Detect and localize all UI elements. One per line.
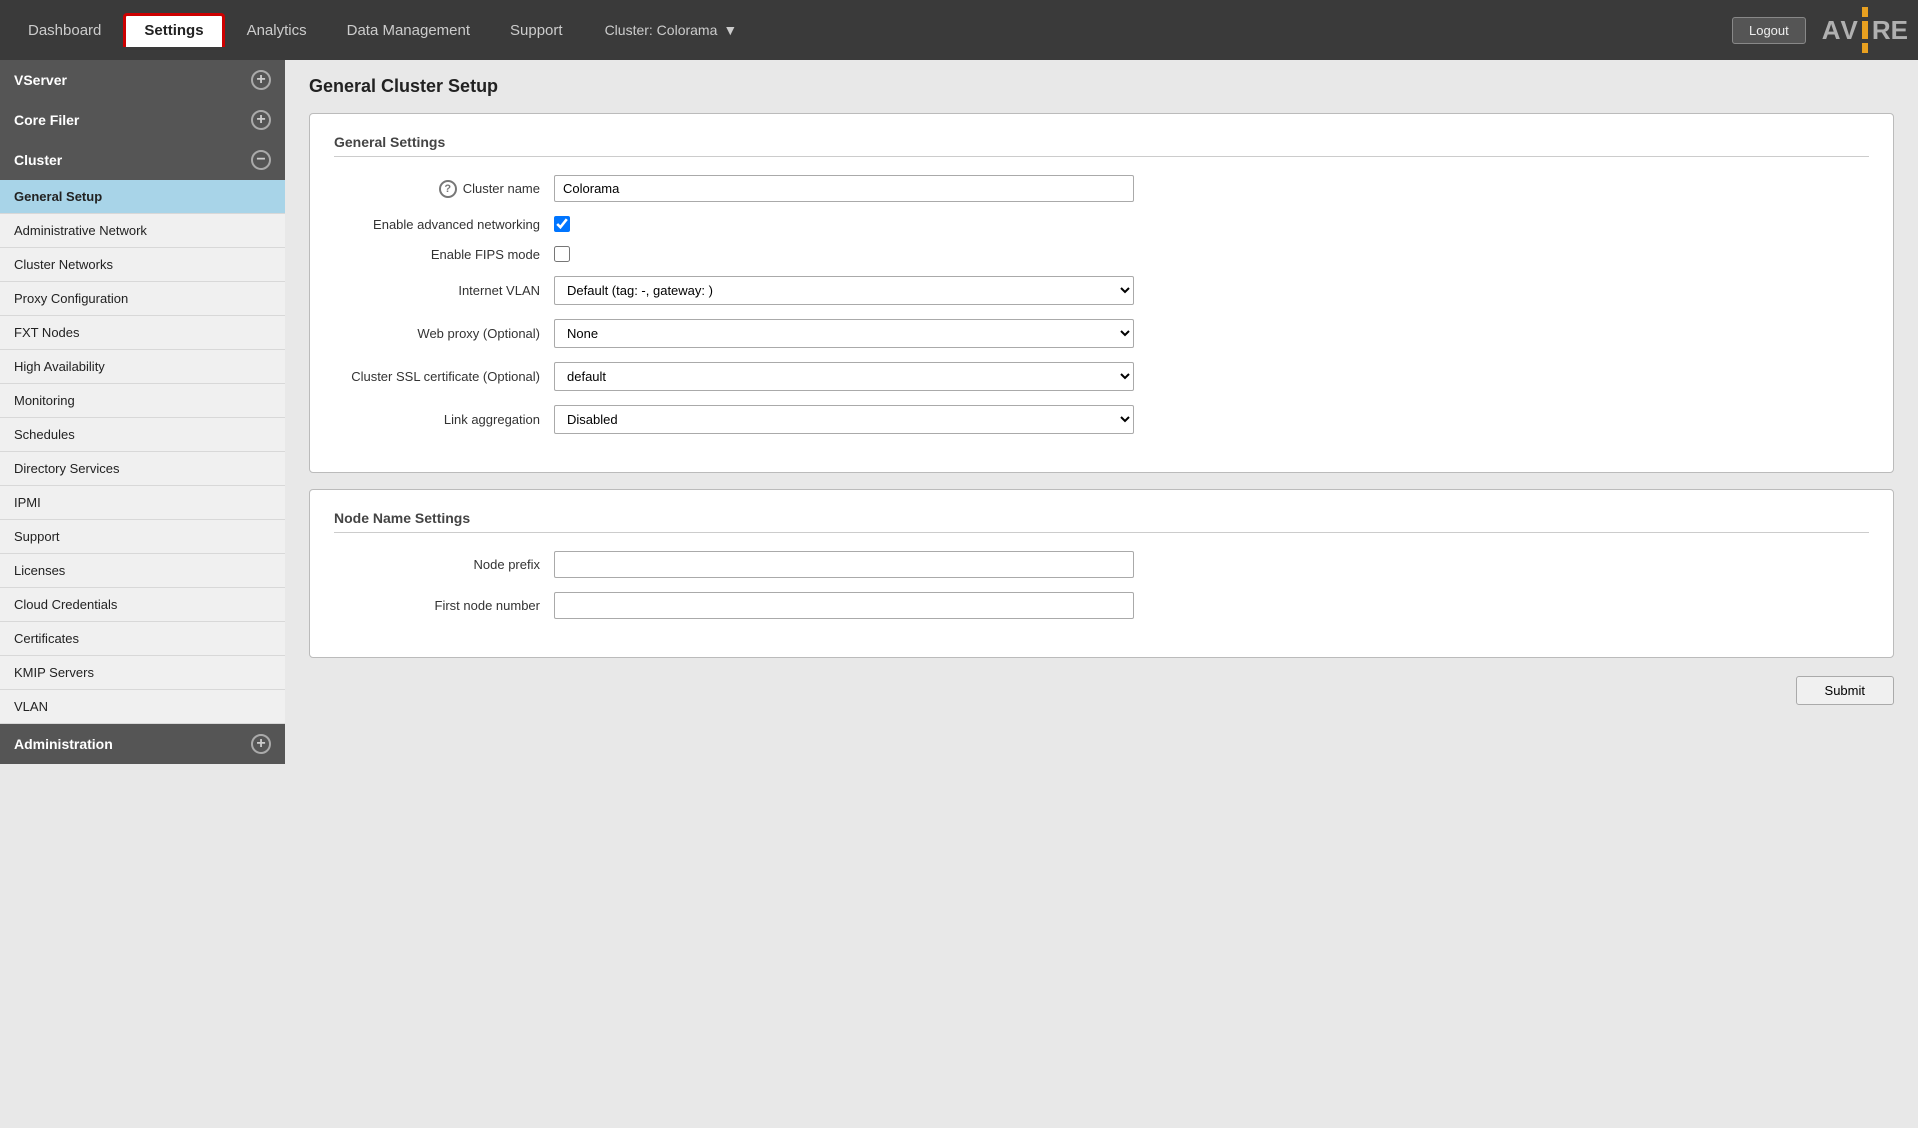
sidebar-item-fxt-nodes[interactable]: FXT Nodes <box>0 316 285 350</box>
sidebar-item-schedules[interactable]: Schedules <box>0 418 285 452</box>
core-filer-label: Core Filer <box>14 112 79 128</box>
cluster-ssl-label: Cluster SSL certificate (Optional) <box>334 369 554 384</box>
internet-vlan-row: Internet VLAN Default (tag: -, gateway: … <box>334 276 1869 305</box>
sidebar-item-vlan[interactable]: VLAN <box>0 690 285 724</box>
first-node-number-label: First node number <box>334 598 554 613</box>
logo-r: R <box>1872 15 1891 46</box>
internet-vlan-select[interactable]: Default (tag: -, gateway: ) <box>554 276 1134 305</box>
logout-button[interactable]: Logout <box>1732 17 1806 44</box>
first-node-number-input[interactable] <box>554 592 1134 619</box>
administration-expand-icon[interactable]: + <box>251 734 271 754</box>
sidebar-item-ipmi[interactable]: IPMI <box>0 486 285 520</box>
submit-button[interactable]: Submit <box>1796 676 1894 705</box>
sidebar-item-cluster-networks[interactable]: Cluster Networks <box>0 248 285 282</box>
avere-logo: A V R E <box>1822 7 1908 53</box>
tab-data-management[interactable]: Data Management <box>329 16 488 45</box>
sidebar-item-support[interactable]: Support <box>0 520 285 554</box>
tab-dashboard[interactable]: Dashboard <box>10 16 119 45</box>
node-name-settings-title: Node Name Settings <box>334 510 1869 533</box>
cluster-ssl-select[interactable]: default <box>554 362 1134 391</box>
tab-support[interactable]: Support <box>492 16 581 45</box>
web-proxy-select[interactable]: None <box>554 319 1134 348</box>
general-settings-title: General Settings <box>334 134 1869 157</box>
vserver-label: VServer <box>14 72 67 88</box>
logo-v: V <box>1841 15 1858 46</box>
enable-fips-mode-checkbox[interactable] <box>554 246 570 262</box>
cluster-name-help-icon[interactable]: ? <box>439 180 457 198</box>
topbar: Dashboard Settings Analytics Data Manage… <box>0 0 1918 60</box>
topbar-right: Logout A V R E <box>1732 7 1908 53</box>
tab-settings[interactable]: Settings <box>123 13 224 47</box>
node-prefix-input[interactable] <box>554 551 1134 578</box>
cluster-name-input[interactable] <box>554 175 1134 202</box>
sidebar-item-kmip-servers[interactable]: KMIP Servers <box>0 656 285 690</box>
enable-advanced-networking-row: Enable advanced networking <box>334 216 1869 232</box>
node-prefix-label: Node prefix <box>334 557 554 572</box>
web-proxy-row: Web proxy (Optional) None <box>334 319 1869 348</box>
node-prefix-row: Node prefix <box>334 551 1869 578</box>
administration-label: Administration <box>14 736 113 752</box>
sidebar: VServer + Core Filer + Cluster − General… <box>0 60 285 1128</box>
enable-fips-mode-label: Enable FIPS mode <box>334 247 554 262</box>
sidebar-item-cloud-credentials[interactable]: Cloud Credentials <box>0 588 285 622</box>
page-title: General Cluster Setup <box>309 76 1894 97</box>
logo-bars <box>1862 7 1868 53</box>
tab-analytics[interactable]: Analytics <box>229 16 325 45</box>
cluster-items: General Setup Administrative Network Clu… <box>0 180 285 724</box>
sidebar-section-vserver[interactable]: VServer + <box>0 60 285 100</box>
cluster-ssl-row: Cluster SSL certificate (Optional) defau… <box>334 362 1869 391</box>
sidebar-item-licenses[interactable]: Licenses <box>0 554 285 588</box>
enable-advanced-networking-checkbox[interactable] <box>554 216 570 232</box>
web-proxy-label: Web proxy (Optional) <box>334 326 554 341</box>
cluster-selector[interactable]: Cluster: Colorama ▼ <box>605 22 738 38</box>
nav-tabs: Dashboard Settings Analytics Data Manage… <box>10 13 737 47</box>
cluster-dropdown-icon: ▼ <box>723 22 737 38</box>
first-node-number-row: First node number <box>334 592 1869 619</box>
vserver-expand-icon[interactable]: + <box>251 70 271 90</box>
sidebar-item-directory-services[interactable]: Directory Services <box>0 452 285 486</box>
sidebar-section-cluster[interactable]: Cluster − <box>0 140 285 180</box>
sidebar-section-administration[interactable]: Administration + <box>0 724 285 764</box>
internet-vlan-label: Internet VLAN <box>334 283 554 298</box>
sidebar-item-administrative-network[interactable]: Administrative Network <box>0 214 285 248</box>
sidebar-item-monitoring[interactable]: Monitoring <box>0 384 285 418</box>
link-aggregation-select[interactable]: Disabled <box>554 405 1134 434</box>
cluster-label: Cluster: Colorama <box>605 22 718 38</box>
cluster-section-label: Cluster <box>14 152 62 168</box>
link-aggregation-label: Link aggregation <box>334 412 554 427</box>
sidebar-item-certificates[interactable]: Certificates <box>0 622 285 656</box>
sidebar-item-general-setup[interactable]: General Setup <box>0 180 285 214</box>
general-settings-panel: General Settings ? Cluster name Enable a… <box>309 113 1894 473</box>
core-filer-expand-icon[interactable]: + <box>251 110 271 130</box>
cluster-collapse-icon[interactable]: − <box>251 150 271 170</box>
enable-fips-mode-row: Enable FIPS mode <box>334 246 1869 262</box>
content-area: General Cluster Setup General Settings ?… <box>285 60 1918 1128</box>
main-layout: VServer + Core Filer + Cluster − General… <box>0 60 1918 1128</box>
sidebar-section-core-filer[interactable]: Core Filer + <box>0 100 285 140</box>
submit-row: Submit <box>309 676 1894 705</box>
cluster-name-label: ? Cluster name <box>334 180 554 198</box>
node-name-settings-panel: Node Name Settings Node prefix First nod… <box>309 489 1894 658</box>
link-aggregation-row: Link aggregation Disabled <box>334 405 1869 434</box>
enable-advanced-networking-label: Enable advanced networking <box>334 217 554 232</box>
sidebar-item-proxy-configuration[interactable]: Proxy Configuration <box>0 282 285 316</box>
logo-e: E <box>1891 15 1908 46</box>
logo-a: A <box>1822 15 1841 46</box>
cluster-name-row: ? Cluster name <box>334 175 1869 202</box>
sidebar-item-high-availability[interactable]: High Availability <box>0 350 285 384</box>
